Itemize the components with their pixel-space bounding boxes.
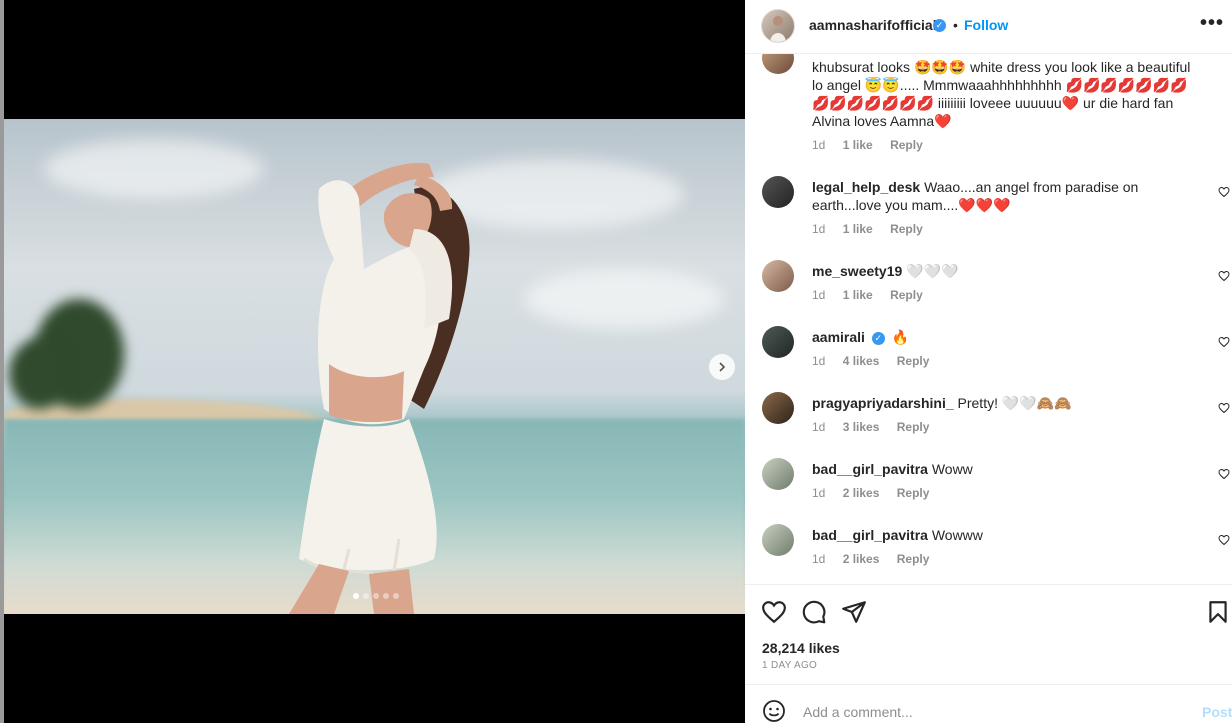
like-heart-icon[interactable] [761, 599, 787, 625]
header-separator: • [953, 17, 958, 33]
commenter-avatar[interactable] [762, 458, 794, 490]
like-comment-heart-icon[interactable] [1218, 468, 1230, 480]
instagram-post-view: aamnasharifofficial ✓ • Follow ••• khubs… [0, 0, 1232, 723]
comment-meta: 1d 2 likes Reply [812, 486, 943, 500]
reply-button[interactable]: Reply [890, 222, 923, 236]
comment-time[interactable]: 1d [812, 288, 825, 302]
comment-text: khubsurat looks 🤩🤩🤩 white dress you look… [812, 58, 1202, 130]
comment-likes[interactable]: 1 like [843, 138, 873, 152]
like-comment-heart-icon[interactable] [1218, 186, 1230, 198]
like-comment-heart-icon[interactable] [1218, 336, 1230, 348]
verified-badge-icon: ✓ [871, 331, 885, 345]
comment-likes[interactable]: 2 likes [843, 552, 880, 566]
carousel-dot [383, 593, 389, 599]
comment-meta: 1d 2 likes Reply [812, 552, 943, 566]
comment-time[interactable]: 1d [812, 222, 825, 236]
emoji-picker-icon[interactable] [762, 699, 786, 723]
comment-body: khubsurat looks 🤩🤩🤩 white dress you look… [812, 59, 1191, 129]
reply-button[interactable]: Reply [890, 288, 923, 302]
section-divider [745, 684, 1232, 685]
comment-text: legal_help_desk Waao....an angel from pa… [812, 178, 1202, 214]
post-timestamp[interactable]: 1 DAY AGO [762, 660, 817, 671]
comment-likes[interactable]: 1 like [843, 222, 873, 236]
comment-body: 🤍🤍🤍 [906, 263, 959, 279]
post-comment-button[interactable]: Post [1202, 704, 1232, 720]
comment-text: me_sweety19 🤍🤍🤍 [812, 262, 1202, 280]
comment-meta: 1d 3 likes Reply [812, 420, 943, 434]
post-likes-count[interactable]: 28,214 likes [762, 640, 840, 656]
commenter-username[interactable]: bad__girl_pavitra [812, 461, 928, 477]
photo-model-figure [289, 163, 470, 614]
author-avatar[interactable] [761, 9, 795, 43]
commenter-avatar[interactable] [762, 392, 794, 424]
chevron-right-icon [719, 362, 726, 372]
comment-time[interactable]: 1d [812, 138, 825, 152]
comment-time[interactable]: 1d [812, 552, 825, 566]
commenter-avatar[interactable] [762, 176, 794, 208]
carousel-indicator [353, 593, 399, 599]
comment-body: Woww [931, 461, 973, 477]
carousel-next-button[interactable] [709, 354, 735, 380]
comment-meta: 1d 1 like Reply [812, 222, 937, 236]
commenter-avatar[interactable] [762, 54, 794, 74]
author-username[interactable]: aamnasharifofficial [809, 17, 937, 33]
carousel-dot [353, 593, 359, 599]
commenter-username[interactable]: bad__girl_pavitra [812, 527, 928, 543]
comment-body: 🔥 [891, 329, 910, 345]
post-media-area [4, 0, 745, 723]
section-divider [745, 584, 1232, 585]
reply-button[interactable]: Reply [890, 138, 923, 152]
reply-button[interactable]: Reply [897, 354, 930, 368]
reply-button[interactable]: Reply [897, 552, 930, 566]
comment-time[interactable]: 1d [812, 486, 825, 500]
comment-meta: 1d 4 likes Reply [812, 354, 943, 368]
commenter-avatar[interactable] [762, 260, 794, 292]
post-header: aamnasharifofficial ✓ • Follow ••• [745, 0, 1232, 54]
verified-badge-icon: ✓ [933, 19, 946, 32]
comment-text: bad__girl_pavitra Wowww [812, 526, 1202, 544]
comment-bubble-icon[interactable] [801, 599, 827, 625]
save-bookmark-icon[interactable] [1205, 599, 1231, 625]
comment-likes[interactable]: 4 likes [843, 354, 880, 368]
carousel-dot [393, 593, 399, 599]
post-photo[interactable] [4, 119, 745, 614]
comment-text: pragyapriyadarshini_ Pretty! 🤍🤍🙈🙈 [812, 394, 1202, 412]
commenter-username[interactable]: pragyapriyadarshini_ [812, 395, 954, 411]
commenter-username[interactable]: me_sweety19 [812, 263, 902, 279]
commenter-avatar[interactable] [762, 326, 794, 358]
share-paper-plane-icon[interactable] [841, 599, 867, 625]
carousel-dot [363, 593, 369, 599]
like-comment-heart-icon[interactable] [1218, 402, 1230, 414]
reply-button[interactable]: Reply [897, 420, 930, 434]
like-comment-heart-icon[interactable] [1218, 270, 1230, 282]
post-details-panel: aamnasharifofficial ✓ • Follow ••• khubs… [745, 0, 1232, 723]
comment-meta: 1d 1 like Reply [812, 288, 937, 302]
add-comment-input[interactable] [801, 703, 1175, 721]
comment-time[interactable]: 1d [812, 420, 825, 434]
more-options-button[interactable]: ••• [1200, 12, 1224, 35]
comment-time[interactable]: 1d [812, 354, 825, 368]
reply-button[interactable]: Reply [897, 486, 930, 500]
commenter-username[interactable]: legal_help_desk [812, 179, 920, 195]
commenter-avatar[interactable] [762, 524, 794, 556]
comment-likes[interactable]: 2 likes [843, 486, 880, 500]
comment-likes[interactable]: 3 likes [843, 420, 880, 434]
comments-list[interactable]: khubsurat looks 🤩🤩🤩 white dress you look… [745, 54, 1232, 584]
comment-body: Pretty! 🤍🤍🙈🙈 [957, 395, 1072, 411]
comment-likes[interactable]: 1 like [843, 288, 873, 302]
commenter-username[interactable]: aamirali [812, 329, 865, 345]
comment-body: Wowww [931, 527, 983, 543]
carousel-dot [373, 593, 379, 599]
comment-text: bad__girl_pavitra Woww [812, 460, 1202, 478]
comment-meta: 1d 1 like Reply [812, 138, 937, 152]
author-avatar-image [770, 16, 786, 42]
like-comment-heart-icon[interactable] [1218, 534, 1230, 546]
follow-button[interactable]: Follow [964, 17, 1008, 33]
comment-text: aamirali ✓ 🔥 [812, 328, 1202, 346]
post-action-bar [745, 590, 1232, 630]
